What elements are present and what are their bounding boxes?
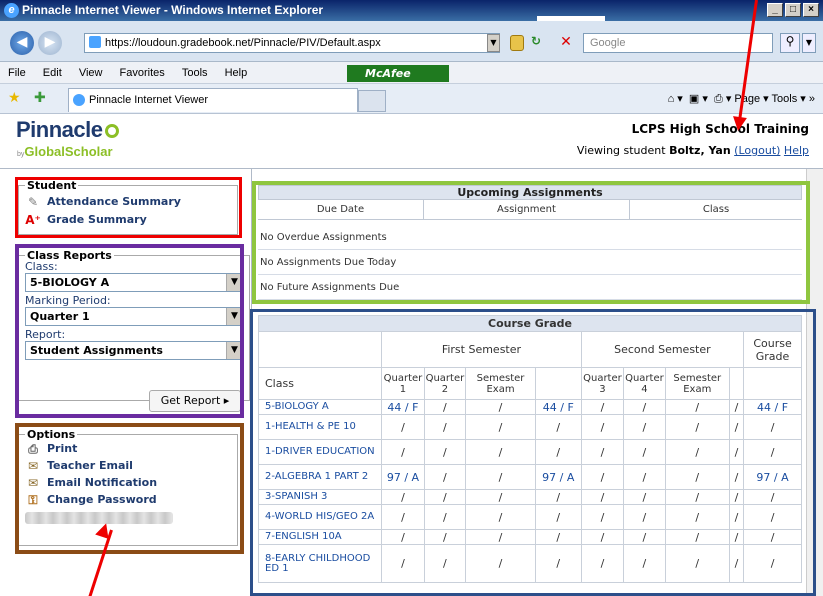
annotation-navy-box (250, 309, 816, 596)
help-link[interactable]: Help (784, 144, 809, 157)
favorites-star-icon[interactable]: ★ (8, 90, 21, 106)
menu-view[interactable]: View (79, 67, 103, 79)
search-options-button[interactable]: ▼ (802, 33, 816, 53)
logo-sub: GlobalScholar (24, 144, 113, 159)
tab-title: Pinnacle Internet Viewer (89, 94, 209, 106)
minimize-button[interactable]: _ (767, 3, 783, 17)
viewing-student: Viewing student Boltz, Yan (Logout) Help (577, 144, 809, 157)
back-button[interactable]: ◀ (10, 31, 34, 55)
favorites-bar: ★ ✚ Pinnacle Internet Viewer ⌂ ▾ ▣ ▾ ⎙ ▾… (0, 84, 823, 114)
logo-text: Pinnacle (16, 117, 103, 142)
menu-edit[interactable]: Edit (43, 67, 62, 79)
window-titlebar: e Pinnacle Internet Viewer - Windows Int… (0, 0, 823, 21)
menu-tools[interactable]: Tools (182, 67, 208, 79)
menu-help[interactable]: Help (225, 67, 248, 79)
menu-favorites[interactable]: Favorites (120, 67, 165, 79)
logout-link[interactable]: (Logout) (734, 144, 780, 157)
refresh-icon[interactable]: ↻ (531, 34, 553, 52)
student-name: Boltz, Yan (669, 144, 731, 157)
school-name: LCPS High School Training (631, 122, 809, 136)
add-favorites-icon[interactable]: ✚ (34, 90, 46, 106)
search-input[interactable]: Google (583, 33, 773, 53)
window-controls: _ □ × (767, 3, 819, 17)
search-placeholder: Google (590, 37, 626, 49)
page-icon (89, 36, 101, 48)
search-icon[interactable]: ⚲ (780, 33, 800, 53)
forward-button[interactable]: ▶ (38, 31, 62, 55)
viewing-prefix: Viewing student (576, 144, 666, 157)
menu-file[interactable]: File (8, 67, 26, 79)
new-tab-button[interactable] (358, 90, 386, 112)
close-window-button[interactable]: × (803, 3, 819, 17)
url-dropdown-button[interactable]: ▼ (487, 34, 500, 52)
maximize-button[interactable]: □ (785, 3, 801, 17)
url-input[interactable]: https://loudoun.gradebook.net/Pinnacle/P… (84, 33, 500, 53)
logo-circle-icon (105, 124, 120, 139)
annotation-brown-box (15, 423, 244, 554)
url-text: https://loudoun.gradebook.net/Pinnacle/P… (105, 37, 381, 49)
address-bar: ◀ ▶ https://loudoun.gradebook.net/Pinnac… (0, 21, 823, 62)
annotation-red-box (15, 177, 242, 238)
window-title: Pinnacle Internet Viewer - Windows Inter… (22, 3, 324, 17)
pinnacle-logo: Pinnacle (16, 117, 120, 143)
mcafee-button[interactable]: McAfee (347, 65, 449, 82)
globalscholar-logo: byGlobalScholar (17, 144, 113, 159)
stop-icon[interactable]: ✕ (556, 34, 576, 52)
screen: e Pinnacle Internet Viewer - Windows Int… (0, 0, 823, 596)
page-header: Pinnacle byGlobalScholar LCPS High Schoo… (0, 114, 823, 169)
arrowhead-top (731, 116, 747, 132)
tab-ie-icon (73, 94, 85, 106)
page-tools-menu[interactable]: Page ▾ Tools ▾ (734, 93, 805, 105)
annotation-purple-box (15, 244, 244, 418)
lock-icon[interactable] (510, 35, 524, 51)
browser-tab[interactable]: Pinnacle Internet Viewer (68, 88, 358, 112)
annotation-green-box (252, 181, 810, 304)
ie-icon: e (4, 3, 19, 18)
